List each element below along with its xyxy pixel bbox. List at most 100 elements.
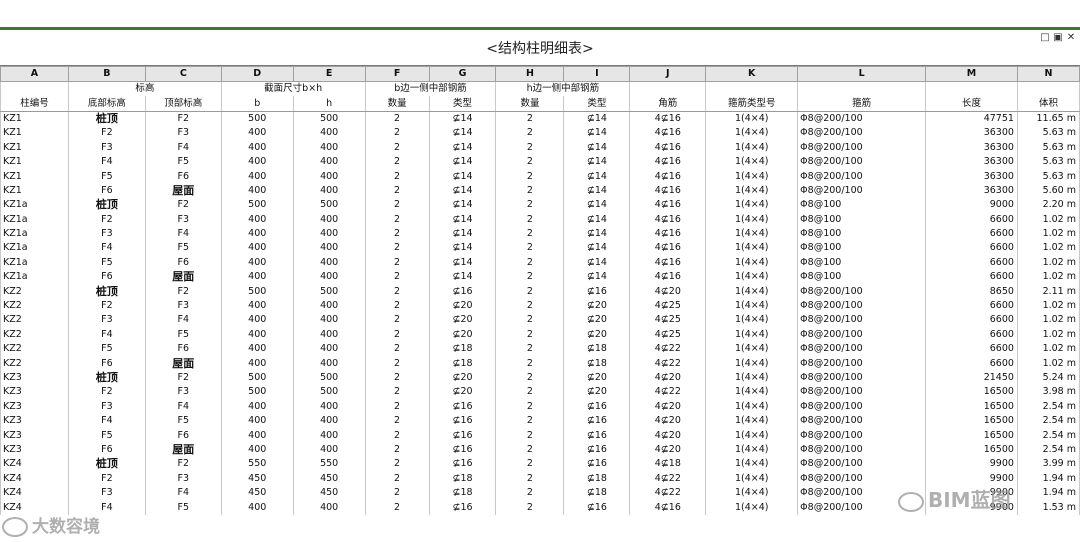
cell-b[interactable]: 400 — [221, 270, 294, 285]
cell-h-count[interactable]: 2 — [495, 255, 565, 271]
cell-stirrup-type[interactable]: 1(4×4) — [705, 183, 799, 199]
cell-top[interactable]: F3 — [145, 126, 222, 141]
cell-h-count[interactable]: 2 — [495, 485, 565, 501]
cell-volume[interactable]: 1.02 m — [1017, 212, 1080, 227]
cell-length[interactable]: 36300 — [925, 183, 1018, 199]
cell-volume[interactable]: 5.63 m — [1017, 126, 1080, 141]
cell-h-type[interactable]: ⊈20 — [563, 370, 631, 386]
cell-col-id[interactable]: KZ2 — [0, 284, 69, 299]
cell-stirrup-type[interactable]: 1(4×4) — [705, 198, 799, 213]
cell-stirrup-type[interactable]: 1(4×4) — [705, 356, 799, 371]
cell-stirrup[interactable]: Φ8@100 — [797, 255, 927, 271]
cell-b[interactable]: 400 — [221, 413, 294, 429]
cell-stirrup-type[interactable]: 1(4×4) — [705, 457, 799, 472]
cell-b-type[interactable]: ⊈14 — [429, 255, 497, 271]
cell-b-type[interactable]: ⊈14 — [429, 212, 497, 227]
cell-stirrup[interactable]: Φ8@200/100 — [797, 342, 927, 357]
cell-corner[interactable]: 4⊈22 — [629, 485, 707, 501]
cell-top[interactable]: F2 — [145, 370, 222, 386]
cell-b-type[interactable]: ⊈14 — [429, 226, 497, 242]
cell-volume[interactable]: 2.54 m — [1017, 399, 1080, 414]
cell-b-type[interactable]: ⊈16 — [429, 399, 497, 414]
cell-top[interactable]: F6 — [145, 342, 222, 357]
cell-b-count[interactable]: 2 — [365, 226, 430, 242]
column-letter[interactable]: K — [705, 66, 799, 82]
cell-stirrup[interactable]: Φ8@200/100 — [797, 356, 927, 371]
table-row[interactable]: KZ3 桩顶 F2 500 500 2 ⊈20 2 ⊈20 4⊈20 1(4×4) Φ8@200/10… — [0, 370, 1080, 386]
cell-stirrup[interactable]: Φ8@100 — [797, 270, 927, 285]
cell-h-type[interactable]: ⊈20 — [563, 313, 631, 328]
cell-length[interactable]: 6600 — [925, 270, 1018, 285]
cell-stirrup-type[interactable]: 1(4×4) — [705, 212, 799, 227]
cell-b-type[interactable]: ⊈16 — [429, 428, 497, 443]
cell-volume[interactable]: 1.02 m — [1017, 226, 1080, 242]
cell-top[interactable]: F3 — [145, 212, 222, 227]
cell-b[interactable]: 450 — [221, 485, 294, 501]
cell-h-count[interactable]: 2 — [495, 270, 565, 285]
cell-h[interactable]: 400 — [293, 399, 366, 414]
cell-b[interactable]: 400 — [221, 126, 294, 141]
cell-corner[interactable]: 4⊈16 — [629, 140, 707, 155]
cell-h-count[interactable]: 2 — [495, 413, 565, 429]
cell-col-id[interactable]: KZ1 — [0, 183, 69, 199]
cell-corner[interactable]: 4⊈22 — [629, 356, 707, 371]
cell-h[interactable]: 400 — [293, 356, 366, 371]
cell-corner[interactable]: 4⊈20 — [629, 370, 707, 386]
cell-stirrup[interactable]: Φ8@200/100 — [797, 385, 927, 400]
cell-col-id[interactable]: KZ3 — [0, 442, 69, 458]
cell-b-type[interactable]: ⊈18 — [429, 342, 497, 357]
cell-col-id[interactable]: KZ1a — [0, 198, 69, 213]
table-row[interactable]: KZ1 F3 F4 400 400 2 ⊈14 2 ⊈14 4⊈16 1(4×4) Φ8@200/10… — [0, 140, 1080, 155]
cell-h-type[interactable]: ⊈18 — [563, 342, 631, 357]
cell-b-type[interactable]: ⊈16 — [429, 413, 497, 429]
cell-h-type[interactable]: ⊈18 — [563, 356, 631, 371]
cell-col-id[interactable]: KZ1a — [0, 270, 69, 285]
cell-top[interactable]: 屋面 — [145, 183, 222, 199]
cell-b[interactable]: 500 — [221, 385, 294, 400]
table-row[interactable]: KZ3 F4 F5 400 400 2 ⊈16 2 ⊈16 4⊈20 1(4×4) Φ8@200/10… — [0, 413, 1080, 429]
cell-b-count[interactable]: 2 — [365, 485, 430, 501]
table-row[interactable]: KZ1a F2 F3 400 400 2 ⊈14 2 ⊈14 4⊈16 1(4×4) Φ8@100 66… — [0, 212, 1080, 227]
cell-top[interactable]: F2 — [145, 457, 222, 472]
cell-b[interactable]: 400 — [221, 140, 294, 155]
cell-stirrup[interactable]: Φ8@200/100 — [797, 183, 927, 199]
cell-h[interactable]: 400 — [293, 226, 366, 242]
cell-length[interactable]: 6600 — [925, 327, 1018, 343]
cell-top[interactable]: F4 — [145, 313, 222, 328]
cell-stirrup-type[interactable]: 1(4×4) — [705, 485, 799, 501]
cell-stirrup-type[interactable]: 1(4×4) — [705, 500, 799, 515]
cell-volume[interactable]: 5.63 m — [1017, 140, 1080, 155]
cell-corner[interactable]: 4⊈16 — [629, 241, 707, 256]
cell-h[interactable]: 400 — [293, 140, 366, 155]
table-row[interactable]: KZ2 F4 F5 400 400 2 ⊈20 2 ⊈20 4⊈25 1(4×4) Φ8@200/10… — [0, 327, 1080, 343]
cell-col-id[interactable]: KZ2 — [0, 313, 69, 328]
cell-b[interactable]: 450 — [221, 471, 294, 486]
table-row[interactable]: KZ1a F5 F6 400 400 2 ⊈14 2 ⊈14 4⊈16 1(4×4) Φ8@100 66… — [0, 255, 1080, 271]
column-letter[interactable]: E — [292, 66, 366, 82]
cell-length[interactable]: 47751 — [925, 111, 1018, 127]
cell-length[interactable]: 6600 — [925, 212, 1018, 227]
cell-h[interactable]: 400 — [293, 500, 366, 515]
cell-volume[interactable]: 11.65 m — [1017, 111, 1080, 127]
cell-h[interactable]: 500 — [293, 198, 366, 213]
cell-stirrup-type[interactable]: 1(4×4) — [705, 284, 799, 299]
cell-h-type[interactable]: ⊈14 — [563, 154, 631, 170]
table-row[interactable]: KZ1 F6 屋面 400 400 2 ⊈14 2 ⊈14 4⊈16 1(4×4) Φ8@200/10… — [0, 183, 1080, 199]
cell-h-type[interactable]: ⊈16 — [563, 399, 631, 414]
cell-volume[interactable]: 2.54 m — [1017, 413, 1080, 429]
cell-top[interactable]: F6 — [145, 169, 222, 184]
cell-h[interactable]: 400 — [293, 298, 366, 314]
cell-b-type[interactable]: ⊈14 — [429, 198, 497, 213]
cell-volume[interactable]: 5.60 m — [1017, 183, 1080, 199]
cell-b-type[interactable]: ⊈14 — [429, 126, 497, 141]
cell-length[interactable]: 36300 — [925, 154, 1018, 170]
cell-b-type[interactable]: ⊈14 — [429, 111, 497, 127]
cell-stirrup-type[interactable]: 1(4×4) — [705, 255, 799, 271]
cell-col-id[interactable]: KZ2 — [0, 342, 69, 357]
cell-corner[interactable]: 4⊈16 — [629, 500, 707, 515]
table-row[interactable]: KZ1 F5 F6 400 400 2 ⊈14 2 ⊈14 4⊈16 1(4×4) Φ8@200/10… — [0, 169, 1080, 184]
cell-b-count[interactable]: 2 — [365, 413, 430, 429]
table-row[interactable]: KZ1a F6 屋面 400 400 2 ⊈14 2 ⊈14 4⊈16 1(4×4) Φ8@100 66… — [0, 270, 1080, 285]
cell-stirrup-type[interactable]: 1(4×4) — [705, 169, 799, 184]
cell-h-type[interactable]: ⊈14 — [563, 270, 631, 285]
